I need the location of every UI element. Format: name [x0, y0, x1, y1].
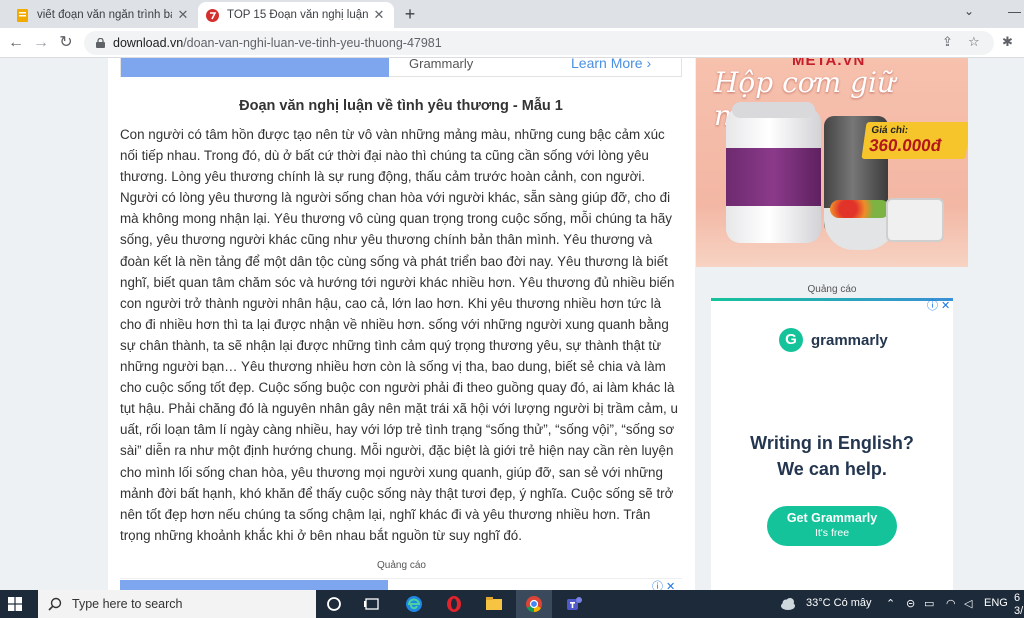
bottom-banner-ad[interactable]: ⓘ ✕: [120, 578, 682, 590]
network-icon[interactable]: ⊝: [906, 597, 915, 610]
article-heading: Đoạn văn nghị luận về tình yêu thương - …: [239, 98, 563, 114]
browser-toolbar: ← → ↻ download.vn/doan-van-nghi-luan-ve-…: [0, 28, 1024, 58]
share-icon[interactable]: ⇪: [942, 34, 953, 50]
ad-image: [120, 580, 388, 590]
file-explorer-icon[interactable]: [484, 594, 504, 614]
close-icon[interactable]: ✕: [176, 7, 190, 23]
forward-icon[interactable]: →: [31, 33, 51, 53]
bookmark-star-icon[interactable]: ☆: [968, 34, 980, 50]
back-icon[interactable]: ←: [6, 33, 26, 53]
chrome-icon[interactable]: [524, 594, 544, 614]
taskbar-search[interactable]: Type here to search: [38, 590, 316, 618]
reload-icon[interactable]: ↻: [56, 33, 76, 53]
rice-container-image: [886, 198, 944, 242]
tab-title: viết đoạn văn ngắn trình bày suy: [37, 9, 172, 21]
button-sublabel: It's free: [814, 527, 850, 539]
tab-search-icon[interactable]: ⌄: [964, 4, 974, 18]
search-icon: [48, 597, 62, 611]
article-body: Con người có tâm hồn được tạo nên từ vô …: [120, 127, 678, 543]
learn-more-link[interactable]: Learn More ›: [571, 58, 651, 71]
document-favicon-icon: [17, 8, 28, 22]
meta-lunchbox-ad[interactable]: META.VN Hộp cơm giữ nhiệt Giá chỉ: 360.0…: [696, 58, 968, 267]
ad-image: [121, 58, 389, 77]
weather-cloud-icon: [781, 598, 795, 610]
task-view-icon[interactable]: [362, 594, 382, 614]
ad-close-icon[interactable]: ⓘ ✕: [927, 297, 950, 313]
battery-icon[interactable]: ▭: [924, 597, 934, 610]
ad-label: Quảng cáo: [377, 560, 426, 571]
chevron-up-icon[interactable]: ⌃: [886, 597, 895, 610]
wifi-icon[interactable]: ◠: [946, 597, 956, 610]
site-favicon-icon: [206, 8, 219, 22]
clock-time[interactable]: 6: [1014, 592, 1020, 604]
lock-icon: [96, 38, 105, 48]
tab-2-active[interactable]: TOP 15 Đoạn văn nghị luận về tì ✕: [198, 2, 394, 28]
page-viewport: Grammarly Learn More › Đoạn văn nghị luậ…: [0, 58, 1024, 590]
headline-line-2: We can help.: [777, 459, 887, 479]
grammarly-ad[interactable]: ⓘ ✕ G grammarly Writing in English? We c…: [711, 298, 953, 590]
grammarly-wordmark: grammarly: [811, 331, 888, 349]
grammarly-g-icon: G: [779, 328, 803, 352]
lunchbox-product-image: [726, 102, 821, 243]
price-label: Giá chỉ:: [870, 125, 909, 136]
extensions-icon[interactable]: ✱: [1002, 34, 1013, 50]
address-bar[interactable]: download.vn/doan-van-nghi-luan-ve-tinh-y…: [84, 31, 994, 55]
minimize-icon[interactable]: —: [1008, 4, 1021, 19]
headline-line-1: Writing in English?: [750, 433, 914, 453]
ad-label: Quảng cáo: [807, 284, 857, 295]
opera-icon[interactable]: [444, 594, 464, 614]
url-path: /doan-van-nghi-luan-ve-tinh-yeu-thuong-4…: [183, 36, 442, 50]
top-banner-ad[interactable]: Grammarly Learn More ›: [120, 58, 682, 77]
teams-icon[interactable]: [564, 594, 584, 614]
cortana-icon[interactable]: [324, 594, 344, 614]
clock-date[interactable]: 3/: [1014, 605, 1023, 617]
weather-text[interactable]: 33°C Có mây: [806, 597, 872, 609]
volume-icon[interactable]: ◁: [964, 597, 972, 610]
edge-icon[interactable]: [404, 594, 424, 614]
price-tag: Giá chỉ: 360.000đ: [861, 122, 968, 159]
price-value: 360.000đ: [867, 136, 943, 155]
ad-accent-bar: [711, 298, 953, 301]
new-tab-button[interactable]: +: [400, 4, 420, 24]
ad-headline: Writing in English? We can help.: [711, 430, 953, 482]
tab-title: TOP 15 Đoạn văn nghị luận về tì: [227, 9, 368, 21]
button-label: Get Grammarly: [786, 511, 878, 525]
windows-start-icon[interactable]: [8, 597, 22, 611]
close-icon[interactable]: ✕: [372, 7, 386, 23]
search-placeholder: Type here to search: [72, 597, 183, 611]
url-host: download.vn: [113, 36, 184, 50]
ad-brand: Grammarly: [409, 58, 474, 71]
get-grammarly-button[interactable]: Get Grammarly It's free: [767, 506, 897, 546]
tab-1[interactable]: viết đoạn văn ngắn trình bày suy ✕: [8, 2, 198, 28]
taskbar: Type here to search 33°C Có mây ⌃ ⊝ ▭ ◠ …: [0, 590, 1024, 618]
ad-close-icon[interactable]: ⓘ ✕: [652, 578, 675, 590]
grammarly-logo: G grammarly: [779, 328, 888, 352]
language-indicator[interactable]: ENG: [984, 597, 1008, 609]
tab-strip: viết đoạn văn ngắn trình bày suy ✕ TOP 1…: [0, 0, 1024, 28]
article-column: Grammarly Learn More › Đoạn văn nghị luậ…: [108, 58, 695, 590]
